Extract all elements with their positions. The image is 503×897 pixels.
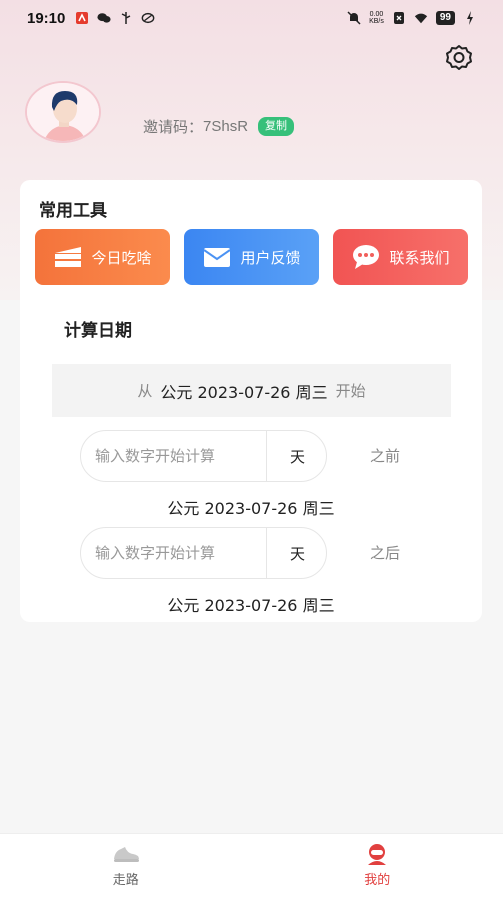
net-speed-unit: KB/s	[369, 18, 384, 25]
from-suffix: 开始	[335, 382, 366, 400]
tab-mine[interactable]: 我的	[252, 834, 503, 897]
status-right-icons: 0.00 KB/s 99	[347, 11, 477, 25]
user-icon	[368, 844, 387, 865]
shoe-icon	[113, 847, 139, 862]
mute-icon	[347, 11, 361, 25]
wifi-icon	[414, 11, 428, 25]
from-date: 公元 2023-07-26 周三	[160, 382, 328, 402]
after-days-input[interactable]	[81, 528, 266, 578]
app-notification-icon	[75, 11, 89, 25]
invite-code-row: 邀请码： 7ShsR 复制	[143, 116, 295, 137]
tool-label: 联系我们	[389, 248, 450, 267]
tools-card: 常用工具 今日吃啥 用户反馈 联系我们 计算日期 从 公元 2023-07-26…	[20, 180, 482, 622]
settings-button[interactable]	[443, 42, 475, 74]
wechat-icon	[97, 11, 111, 25]
tool-label: 用户反馈	[240, 248, 301, 267]
tool-button-feedback[interactable]: 用户反馈	[184, 229, 319, 285]
mail-icon	[202, 244, 232, 270]
charging-icon	[463, 11, 477, 25]
notification-icons	[75, 11, 155, 25]
tab-label: 走路	[112, 873, 139, 888]
tools-title: 常用工具	[39, 201, 107, 221]
sim-off-icon	[392, 11, 406, 25]
after-result-date: 公元 2023-07-26 周三	[167, 596, 335, 615]
tab-label: 我的	[364, 873, 391, 888]
start-date-bar[interactable]: 从 公元 2023-07-26 周三 开始	[52, 364, 451, 417]
before-input-pill: 天	[80, 430, 327, 482]
avatar[interactable]	[25, 81, 101, 143]
status-time: 19:10	[27, 9, 66, 27]
before-days-input[interactable]	[81, 431, 266, 481]
usb-icon	[119, 11, 133, 25]
chat-icon	[351, 244, 381, 270]
before-result-date: 公元 2023-07-26 周三	[167, 499, 335, 518]
tool-label: 今日吃啥	[91, 248, 152, 267]
before-unit: 天	[266, 431, 326, 481]
before-direction: 之前	[370, 447, 401, 465]
gear-icon	[446, 45, 472, 70]
battery-level: 99	[435, 11, 455, 25]
sync-icon	[141, 11, 155, 25]
tool-button-food[interactable]: 今日吃啥	[35, 229, 170, 285]
after-unit: 天	[266, 528, 326, 578]
before-calc-row: 天 之前	[80, 430, 450, 482]
after-direction: 之后	[370, 544, 401, 562]
invite-label: 邀请码：	[143, 119, 204, 136]
invite-code: 7ShsR	[203, 118, 249, 135]
net-speed: 0.00 KB/s	[369, 11, 384, 25]
calc-title: 计算日期	[64, 321, 132, 341]
status-bar: 19:10 0.00 KB/s 99	[0, 0, 503, 36]
bottom-tab-bar: 走路 我的	[0, 833, 503, 897]
after-input-pill: 天	[80, 527, 327, 579]
tool-button-contact[interactable]: 联系我们	[333, 229, 468, 285]
after-calc-row: 天 之后	[80, 527, 450, 579]
tab-walk[interactable]: 走路	[0, 834, 252, 897]
copy-button[interactable]: 复制	[258, 117, 295, 136]
cake-icon	[53, 244, 83, 270]
from-prefix: 从	[137, 382, 153, 400]
net-speed-value: 0.00	[369, 11, 384, 18]
